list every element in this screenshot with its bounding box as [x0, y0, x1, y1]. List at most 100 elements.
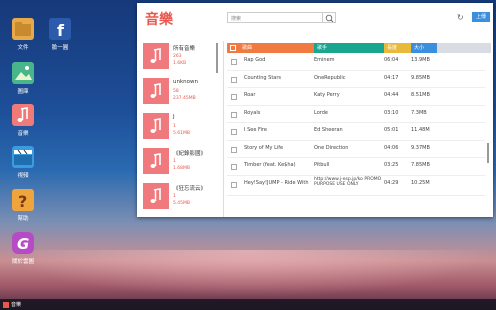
column-filler: [437, 43, 491, 53]
question-icon: ?: [12, 189, 34, 211]
album-size: 1.6KB: [173, 61, 187, 66]
window-title: 音樂: [145, 12, 173, 28]
album-size: 237.45MB: [173, 96, 196, 101]
song-duration: 03:25: [384, 162, 399, 168]
svg-text:G: G: [17, 235, 29, 253]
song-size: 8.51MB: [411, 92, 430, 98]
search-button[interactable]: [323, 12, 336, 23]
search-input[interactable]: 搜索: [227, 12, 323, 23]
column-size[interactable]: 大小: [411, 43, 437, 53]
row-checkbox[interactable]: [231, 146, 237, 153]
desktop-icon-label: 臉一圓: [51, 45, 69, 51]
song-artist: OneRepublic: [314, 74, 346, 81]
row-checkbox[interactable]: [231, 94, 237, 100]
song-title: Roar: [244, 92, 256, 98]
song-size: 7.3MB: [411, 109, 427, 116]
album-size: 5.45MB: [173, 201, 190, 206]
album-cover: [143, 183, 169, 209]
album-cover: [143, 113, 169, 139]
checkbox-icon: [230, 45, 236, 51]
album-item[interactable]: 《紀錄影國》 1 1.68MB: [141, 146, 219, 181]
column-artist[interactable]: 歌手: [314, 43, 384, 53]
album-name: unknown: [173, 79, 198, 85]
album-list: 所有音樂 263 1.6KB unknown 58 237.45MB J 1 5…: [141, 41, 219, 217]
song-size: 10.25M: [411, 179, 430, 186]
song-artist: http://www.j-esp.jp/ko PROMO PURPOSE USE…: [314, 176, 382, 187]
upload-button[interactable]: 上傳: [472, 12, 490, 22]
table-row[interactable]: I See Fire Ed Sheeran 05:01 11.48M: [227, 123, 485, 141]
table-row[interactable]: Rap God Eminem 06:04 13.9MB: [227, 53, 485, 71]
desktop-icon-video[interactable]: 視頻: [3, 146, 43, 179]
row-checkbox[interactable]: [231, 59, 237, 65]
album-count: 263: [173, 54, 182, 59]
album-scrollbar[interactable]: [216, 43, 218, 73]
table-row[interactable]: Hey!Say!JUMP - Ride With http://www.j-es…: [227, 176, 485, 196]
music-note-icon: [150, 153, 161, 168]
table-row[interactable]: Roar Katy Perry 04:44 8.51MB: [227, 88, 485, 106]
song-duration: 06:04: [384, 57, 399, 63]
music-window: 音樂 搜索 ↻ 上傳 所有音樂 263 1.6KB unknown 58 237…: [137, 3, 493, 217]
facebook-icon: f: [49, 18, 71, 40]
album-count: 58: [173, 89, 179, 94]
select-all-checkbox[interactable]: [227, 43, 239, 53]
album-count: 1: [173, 159, 176, 164]
album-cover: [143, 43, 169, 69]
song-size: 13.9MB: [411, 57, 430, 63]
row-checkbox[interactable]: [231, 111, 237, 118]
song-duration: 04:06: [384, 144, 399, 151]
row-checkbox[interactable]: [231, 76, 237, 83]
song-title: Story of My Life: [244, 144, 284, 151]
album-count: 1: [173, 194, 176, 199]
desktop-icon-music[interactable]: 音樂: [3, 104, 43, 137]
image-icon: [12, 62, 34, 84]
song-duration: 04:29: [384, 179, 399, 186]
album-name: 所有音樂: [173, 46, 196, 52]
album-name: 《紀錄影國》: [173, 151, 207, 157]
album-name: 《狂忘流云》: [173, 186, 207, 192]
album-cover: [143, 148, 169, 174]
row-checkbox[interactable]: [231, 181, 237, 188]
song-title: Rap God: [244, 57, 266, 63]
album-item[interactable]: J 1 5.61MB: [141, 111, 219, 146]
song-title: I See Fire: [244, 127, 267, 133]
album-size: 5.61MB: [173, 131, 190, 136]
taskbar-item-music[interactable]: 音樂: [3, 301, 21, 308]
folder-icon: [12, 18, 34, 40]
search-icon: [325, 14, 334, 23]
row-checkbox[interactable]: [231, 129, 237, 135]
refresh-icon[interactable]: ↻: [457, 13, 464, 22]
song-artist: Katy Perry: [314, 92, 340, 98]
song-size: 11.48M: [411, 127, 430, 133]
song-duration: 04:17: [384, 74, 399, 81]
table-row[interactable]: Story of My Life One Direction 04:06 9.3…: [227, 141, 485, 158]
desktop-icon-files[interactable]: 文件: [3, 18, 43, 51]
column-title[interactable]: 歌曲: [239, 43, 314, 53]
table-row[interactable]: Timber (feat. Ke$ha) Pitbull 03:25 7.85M…: [227, 158, 485, 176]
desktop-icon-gallery[interactable]: 圖庫: [3, 62, 43, 95]
song-table-scrollbar[interactable]: [487, 143, 489, 163]
song-artist: Eminem: [314, 57, 335, 63]
desktop-icon-label: 關於雲圖: [11, 259, 34, 265]
song-duration: 03:10: [384, 109, 399, 116]
album-item[interactable]: unknown 58 237.45MB: [141, 76, 219, 111]
desktop-icon-label: 音樂: [17, 131, 29, 137]
album-item[interactable]: 所有音樂 263 1.6KB: [141, 41, 219, 76]
desktop-icon-about[interactable]: G 關於雲圖: [3, 232, 43, 265]
music-note-icon: [150, 48, 161, 63]
column-duration[interactable]: 長度: [384, 43, 411, 53]
desktop-icon-label: 幫助: [17, 216, 29, 222]
song-size: 9.37MB: [411, 144, 430, 151]
music-note-icon: [150, 83, 161, 98]
row-checkbox[interactable]: [231, 164, 237, 170]
album-name: J: [173, 114, 175, 120]
desktop-icon-label: 圖庫: [17, 89, 29, 95]
song-duration: 05:01: [384, 127, 399, 133]
desktop-icon-facebook[interactable]: f 臉一圓: [40, 18, 80, 51]
table-row[interactable]: Royals Lorde 03:10 7.3MB: [227, 106, 485, 123]
song-title: Royals: [244, 109, 261, 116]
desktop-icon-help[interactable]: ? 幫助: [3, 189, 43, 222]
table-row[interactable]: Counting Stars OneRepublic 04:17 9.85MB: [227, 71, 485, 88]
wallpaper-horizon: [0, 250, 496, 298]
album-item[interactable]: 《狂忘流云》 1 5.45MB: [141, 181, 219, 216]
song-artist: Pitbull: [314, 162, 330, 168]
